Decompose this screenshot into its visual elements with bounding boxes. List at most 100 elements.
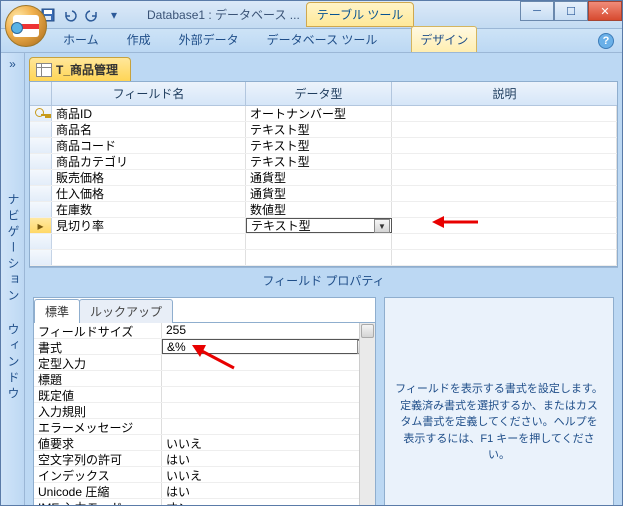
property-value[interactable]: オン: [162, 499, 375, 505]
header-field-name[interactable]: フィールド名: [52, 82, 246, 105]
ribbon-tab-design[interactable]: デザイン: [411, 26, 477, 52]
field-name-cell[interactable]: 商品コード: [52, 138, 246, 153]
row-selector[interactable]: [30, 186, 52, 201]
property-value[interactable]: [162, 371, 375, 386]
property-value[interactable]: はい: [162, 451, 375, 466]
navigation-pane-collapsed[interactable]: » ナビゲーション ウィンドウ: [1, 53, 25, 505]
data-type-cell[interactable]: テキスト型: [246, 154, 392, 169]
property-value[interactable]: はい: [162, 483, 375, 498]
description-cell[interactable]: [392, 170, 617, 185]
property-tab-lookup[interactable]: ルックアップ: [79, 299, 173, 323]
header-description[interactable]: 説明: [392, 82, 617, 105]
property-value[interactable]: いいえ: [162, 467, 375, 482]
minimize-button[interactable]: ─: [520, 1, 554, 21]
property-scrollbar[interactable]: [359, 323, 375, 505]
property-value[interactable]: [162, 403, 375, 418]
data-type-cell[interactable]: 通貨型: [246, 170, 392, 185]
property-row[interactable]: 標題: [34, 371, 375, 387]
maximize-button[interactable]: ☐: [554, 1, 588, 21]
data-type-dropdown-button[interactable]: ▼: [374, 219, 390, 233]
row-selector[interactable]: [30, 106, 52, 121]
property-row[interactable]: Unicode 圧縮はい: [34, 483, 375, 499]
description-cell[interactable]: [392, 218, 617, 233]
design-row[interactable]: 販売価格通貨型: [30, 170, 617, 186]
property-row[interactable]: エラーメッセージ: [34, 419, 375, 435]
design-row-empty[interactable]: [30, 234, 617, 250]
data-type-cell[interactable]: [246, 234, 392, 249]
row-selector[interactable]: ▸: [30, 218, 52, 233]
field-name-cell[interactable]: 在庫数: [52, 202, 246, 217]
property-row[interactable]: 値要求いいえ: [34, 435, 375, 451]
design-row[interactable]: 商品IDオートナンバー型: [30, 106, 617, 122]
property-value[interactable]: [162, 419, 375, 434]
property-row[interactable]: IME 入力モードオン: [34, 499, 375, 505]
field-name-cell[interactable]: 仕入価格: [52, 186, 246, 201]
redo-icon[interactable]: [83, 6, 101, 24]
design-row[interactable]: 在庫数数値型: [30, 202, 617, 218]
design-row[interactable]: ▸見切り率テキスト型▼: [30, 218, 617, 234]
office-orb-button[interactable]: [5, 5, 47, 47]
description-cell[interactable]: [392, 106, 617, 121]
description-cell[interactable]: [392, 234, 617, 249]
qat-dropdown-icon[interactable]: ▾: [105, 6, 123, 24]
undo-icon[interactable]: [61, 6, 79, 24]
data-type-cell[interactable]: 通貨型: [246, 186, 392, 201]
property-row[interactable]: フィールドサイズ255: [34, 323, 375, 339]
data-type-cell[interactable]: テキスト型: [246, 138, 392, 153]
design-row[interactable]: 商品名テキスト型: [30, 122, 617, 138]
row-selector-header[interactable]: [30, 82, 52, 105]
description-cell[interactable]: [392, 138, 617, 153]
data-type-cell[interactable]: 数値型: [246, 202, 392, 217]
field-name-cell[interactable]: 販売価格: [52, 170, 246, 185]
property-value[interactable]: &%▼: [162, 339, 375, 354]
navpane-expand-icon[interactable]: »: [1, 53, 24, 71]
row-selector[interactable]: [30, 202, 52, 217]
property-value[interactable]: [162, 355, 375, 370]
design-row-empty[interactable]: [30, 250, 617, 266]
ribbon-tab-create[interactable]: 作成: [119, 27, 159, 52]
row-selector[interactable]: [30, 138, 52, 153]
description-cell[interactable]: [392, 250, 617, 265]
field-name-cell[interactable]: 商品ID: [52, 106, 246, 121]
table-tab[interactable]: T_商品管理: [29, 57, 131, 81]
row-selector[interactable]: [30, 234, 52, 249]
data-type-cell[interactable]: オートナンバー型: [246, 106, 392, 121]
help-icon[interactable]: ?: [598, 33, 614, 49]
ribbon-tab-dbtools[interactable]: データベース ツール: [259, 27, 386, 52]
field-name-cell[interactable]: [52, 250, 246, 265]
description-cell[interactable]: [392, 202, 617, 217]
row-selector[interactable]: [30, 170, 52, 185]
design-header: フィールド名 データ型 説明: [30, 82, 617, 106]
scrollbar-thumb[interactable]: [361, 324, 374, 338]
field-name-cell[interactable]: 商品カテゴリ: [52, 154, 246, 169]
property-row[interactable]: 入力規則: [34, 403, 375, 419]
field-name-cell[interactable]: [52, 234, 246, 249]
property-tab-general[interactable]: 標準: [34, 299, 80, 323]
design-row[interactable]: 商品コードテキスト型: [30, 138, 617, 154]
field-name-cell[interactable]: 商品名: [52, 122, 246, 137]
row-selector[interactable]: [30, 122, 52, 137]
property-row[interactable]: インデックスいいえ: [34, 467, 375, 483]
ribbon-tab-external[interactable]: 外部データ: [171, 27, 247, 52]
close-button[interactable]: ✕: [588, 1, 622, 21]
row-selector[interactable]: [30, 154, 52, 169]
property-row[interactable]: 空文字列の許可はい: [34, 451, 375, 467]
description-cell[interactable]: [392, 122, 617, 137]
property-value[interactable]: [162, 387, 375, 402]
property-row[interactable]: 書式&%▼: [34, 339, 375, 355]
field-name-cell[interactable]: 見切り率: [52, 218, 246, 233]
ribbon-tab-home[interactable]: ホーム: [55, 27, 107, 52]
header-data-type[interactable]: データ型: [246, 82, 392, 105]
property-value[interactable]: 255: [162, 323, 375, 338]
data-type-cell[interactable]: テキスト型▼: [246, 218, 392, 233]
data-type-cell[interactable]: [246, 250, 392, 265]
property-row[interactable]: 既定値: [34, 387, 375, 403]
data-type-cell[interactable]: テキスト型: [246, 122, 392, 137]
description-cell[interactable]: [392, 154, 617, 169]
description-cell[interactable]: [392, 186, 617, 201]
design-row[interactable]: 仕入価格通貨型: [30, 186, 617, 202]
property-value[interactable]: いいえ: [162, 435, 375, 450]
property-row[interactable]: 定型入力: [34, 355, 375, 371]
row-selector[interactable]: [30, 250, 52, 265]
design-row[interactable]: 商品カテゴリテキスト型: [30, 154, 617, 170]
